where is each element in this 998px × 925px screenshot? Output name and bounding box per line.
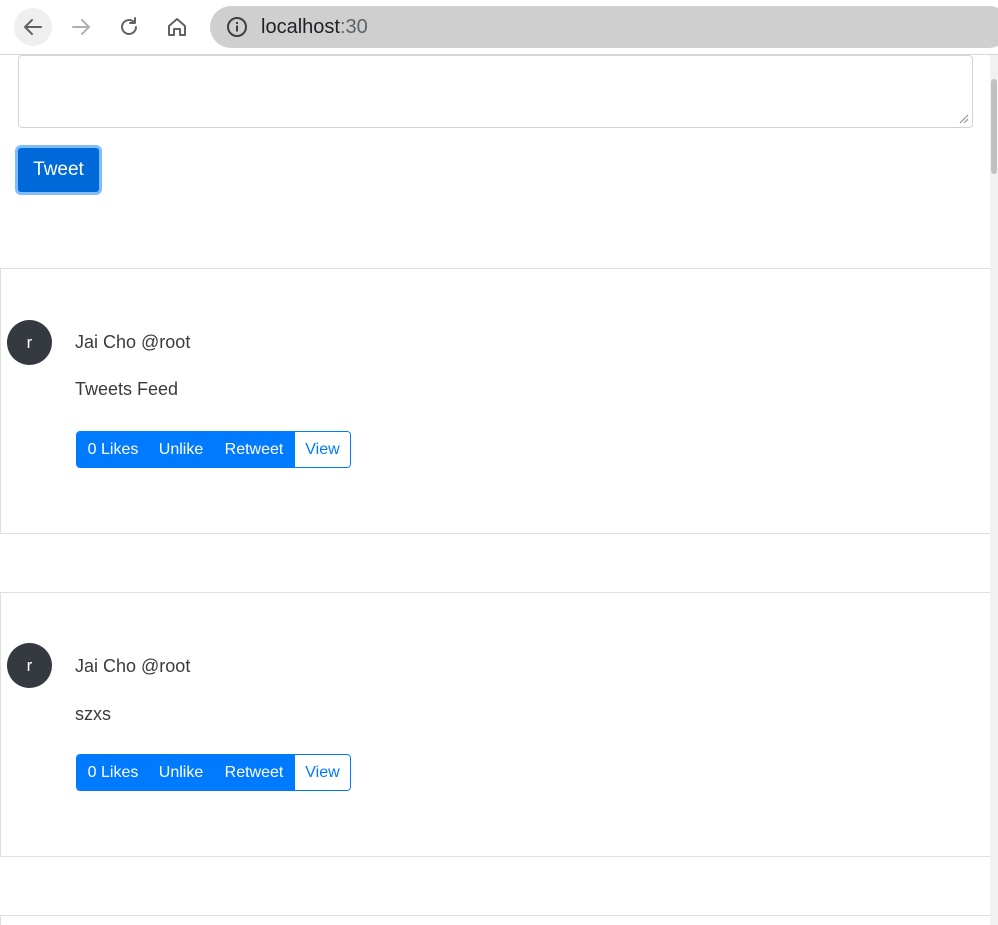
- info-icon[interactable]: [226, 16, 248, 38]
- retweet-button[interactable]: Retweet: [213, 432, 295, 467]
- scrollbar-thumb[interactable]: [991, 79, 997, 174]
- tweet-text: Tweets Feed: [75, 379, 179, 399]
- tweet-button[interactable]: Tweet: [15, 145, 102, 195]
- tweet-card: r Jai Cho @root szxs 0 Likes Unlike Retw…: [0, 592, 991, 857]
- tweet-author: Jai Cho @root: [75, 656, 191, 676]
- view-button[interactable]: View: [295, 432, 350, 467]
- tweet-textarea[interactable]: [18, 55, 973, 128]
- page-scrollbar[interactable]: [990, 55, 998, 925]
- retweet-button[interactable]: Retweet: [213, 755, 295, 790]
- avatar: r: [7, 643, 52, 688]
- reload-icon: [121, 17, 137, 35]
- tweet-text: szxs: [75, 704, 111, 724]
- back-button[interactable]: [14, 8, 52, 46]
- address-bar[interactable]: localhost:30: [210, 6, 998, 48]
- reload-button[interactable]: [110, 8, 148, 46]
- likes-button[interactable]: 0 Likes: [77, 755, 149, 790]
- unlike-button[interactable]: Unlike: [149, 432, 213, 467]
- browser-toolbar: localhost:30: [0, 0, 998, 55]
- unlike-button[interactable]: Unlike: [149, 755, 213, 790]
- tweet-actions: 0 Likes Unlike Retweet View: [76, 754, 351, 791]
- tweet-actions: 0 Likes Unlike Retweet View: [76, 431, 351, 468]
- home-icon: [168, 18, 186, 36]
- view-button[interactable]: View: [295, 755, 350, 790]
- arrow-right-icon: [72, 19, 90, 35]
- url-text: localhost:30: [261, 16, 368, 39]
- forward-button[interactable]: [62, 8, 100, 46]
- avatar: r: [7, 320, 52, 365]
- tweet-author: Jai Cho @root: [75, 332, 191, 352]
- tweet-card: r Jai Cho @root Tweets Feed 0 Likes Unli…: [0, 268, 991, 534]
- arrow-left-icon: [24, 19, 42, 35]
- likes-button[interactable]: 0 Likes: [77, 432, 149, 467]
- url-host: localhost: [261, 15, 340, 38]
- home-button[interactable]: [158, 8, 196, 46]
- tweet-card: [0, 915, 991, 925]
- resize-handle-icon[interactable]: [957, 112, 969, 124]
- url-port: :30: [339, 15, 368, 38]
